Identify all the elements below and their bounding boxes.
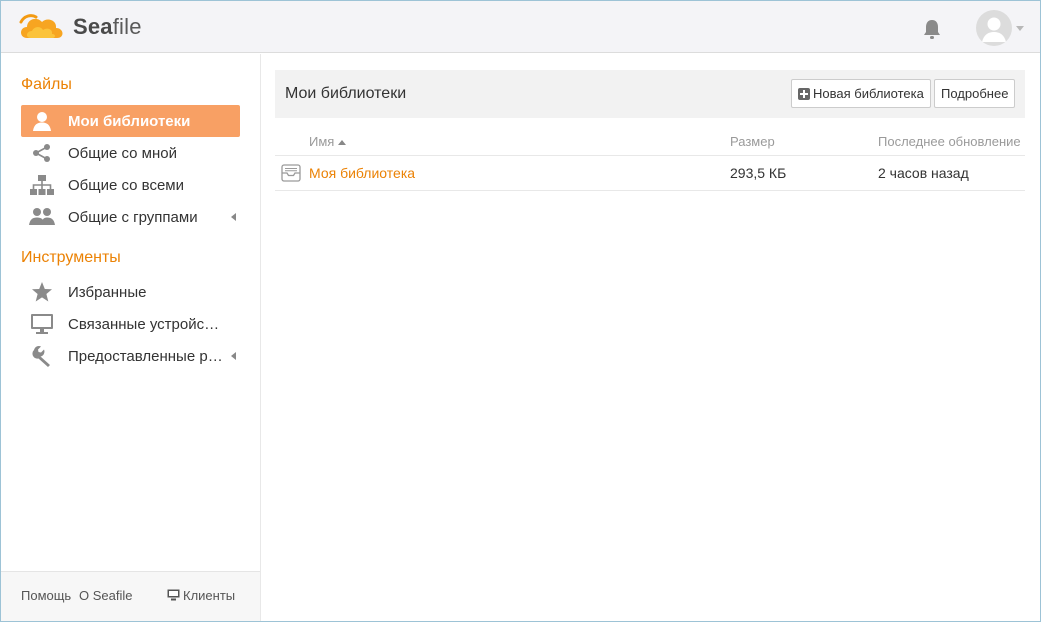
- new-library-button[interactable]: Новая библиотека: [791, 79, 931, 108]
- top-header: Seafile: [1, 1, 1040, 53]
- sidebar-item-label: Общие со всеми: [68, 176, 185, 194]
- library-size: 293,5 КБ: [730, 165, 787, 181]
- wrench-icon: [29, 343, 55, 369]
- org-chart-icon: [29, 172, 55, 198]
- user-menu[interactable]: [976, 9, 1026, 47]
- sidebar-item-starred[interactable]: Избранные: [21, 276, 240, 308]
- share-icon: [29, 140, 55, 166]
- about-link[interactable]: O Seafile: [79, 588, 132, 603]
- brand-name: Seafile: [73, 14, 142, 39]
- group-icon: [29, 204, 55, 230]
- sidebar-item-label: Мои библиотеки: [68, 112, 191, 130]
- chevron-left-icon[interactable]: [231, 352, 236, 360]
- libraries-table: Имя Размер Последнее обновление Моя библ…: [275, 128, 1025, 191]
- tools-heading: Инструменты: [21, 249, 121, 266]
- sidebar-item-label: Общие с группами: [68, 208, 198, 226]
- sidebar: Файлы Мои библиотеки Общие со мной Общие…: [1, 54, 261, 621]
- table-row[interactable]: Моя библиотека 293,5 КБ 2 часов назад: [275, 156, 1025, 191]
- chevron-left-icon[interactable]: [231, 213, 236, 221]
- bell-icon: [924, 20, 940, 39]
- sidebar-item-label: Общие со мной: [68, 144, 177, 162]
- libraries-toolbar: Мои библиотеки Новая библиотека Подробне…: [275, 70, 1025, 118]
- chevron-down-icon: [1016, 25, 1024, 31]
- monitor-icon: [167, 589, 180, 601]
- table-header: Имя Размер Последнее обновление: [275, 128, 1025, 156]
- monitor-icon: [29, 311, 55, 337]
- column-header-size[interactable]: Размер: [730, 134, 775, 149]
- library-icon: [281, 164, 301, 182]
- sidebar-item-shared-links[interactable]: Предоставленные ресурсы: [21, 340, 240, 372]
- files-heading: Файлы: [21, 76, 72, 93]
- sidebar-item-shared-with-me[interactable]: Общие со мной: [21, 137, 240, 169]
- library-name-link[interactable]: Моя библиотека: [309, 165, 415, 181]
- sidebar-item-label: Связанные устройства: [68, 315, 224, 333]
- star-icon: [29, 279, 55, 305]
- sidebar-item-label: Предоставленные ресурсы: [68, 347, 224, 365]
- column-header-name[interactable]: Имя: [309, 134, 347, 149]
- sidebar-item-my-libraries[interactable]: Мои библиотеки: [21, 105, 240, 137]
- seafile-cloud-logo-icon: [19, 14, 63, 38]
- column-header-updated[interactable]: Последнее обновление: [878, 134, 1021, 149]
- details-button[interactable]: Подробнее: [934, 79, 1016, 108]
- user-avatar-icon: [976, 10, 1012, 46]
- notifications-button[interactable]: [922, 18, 942, 40]
- user-icon: [29, 108, 55, 134]
- main-content: Мои библиотеки Новая библиотека Подробне…: [262, 54, 1040, 621]
- brand-logo[interactable]: Seafile: [17, 10, 142, 44]
- page-title: Мои библиотеки: [285, 85, 407, 102]
- sidebar-item-shared-with-groups[interactable]: Общие с группами: [21, 201, 240, 233]
- plus-square-icon: [798, 87, 810, 100]
- clients-link[interactable]: Клиенты: [167, 588, 235, 603]
- sidebar-item-label: Избранные: [68, 283, 147, 301]
- sidebar-item-linked-devices[interactable]: Связанные устройства: [21, 308, 240, 340]
- sort-up-icon: [338, 140, 347, 145]
- sidebar-footer: Помощь O Seafile Клиенты: [1, 571, 260, 621]
- help-link[interactable]: Помощь: [21, 588, 71, 603]
- library-updated: 2 часов назад: [878, 165, 969, 181]
- sidebar-item-shared-with-all[interactable]: Общие со всеми: [21, 169, 240, 201]
